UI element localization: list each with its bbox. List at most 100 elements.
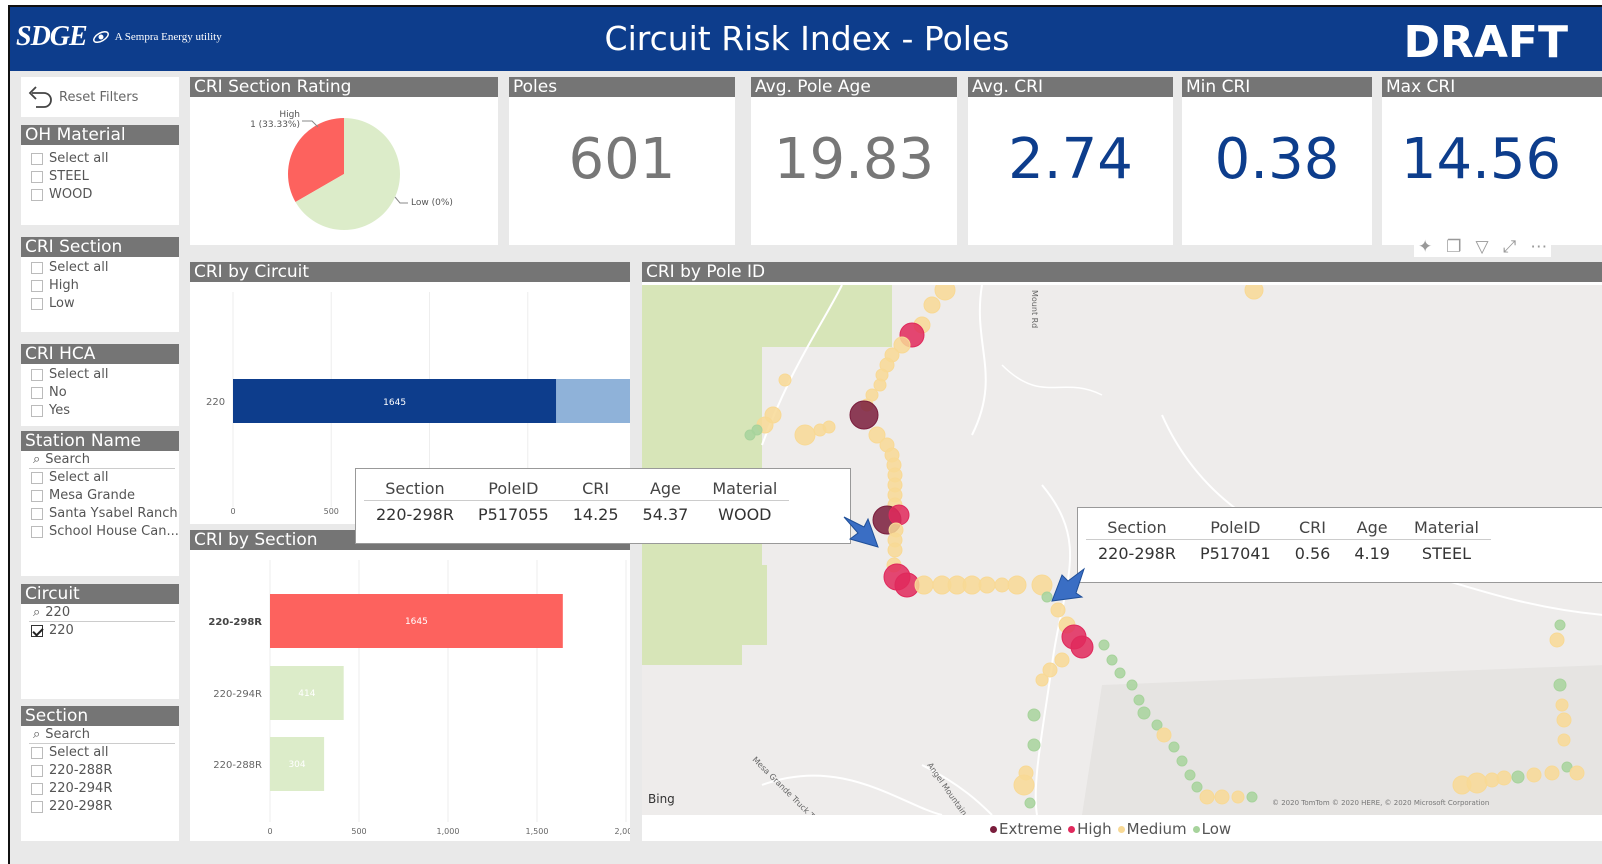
x-tick-label: 500 — [324, 507, 339, 516]
checkbox[interactable] — [31, 747, 43, 759]
oh-material-option[interactable]: STEEL — [21, 168, 179, 186]
legend-medium[interactable]: Medium — [1117, 820, 1187, 838]
category-label: 220-298R — [208, 617, 262, 628]
cri-rating-option[interactable]: Low — [21, 295, 179, 313]
avg-cri-value: 2.74 — [1008, 127, 1133, 192]
pole-marker — [1549, 632, 1565, 648]
section-search-input[interactable]: ⌕ Search — [29, 726, 175, 744]
legend-high[interactable]: High — [1068, 820, 1112, 838]
draft-label: DRAFT — [1403, 17, 1568, 68]
pole-marker — [923, 296, 941, 314]
pole-marker — [1133, 694, 1145, 706]
checkbox[interactable] — [31, 508, 43, 520]
pole-marker — [849, 400, 879, 430]
pie-data-label-high-value: 1 (33.33%) — [250, 120, 300, 130]
cri-hca-option[interactable]: Yes — [21, 402, 179, 420]
pole-marker — [1555, 698, 1569, 712]
poles-value: 601 — [568, 127, 676, 192]
cri-hca-option[interactable]: Select all — [21, 366, 179, 384]
checkbox[interactable] — [31, 369, 43, 381]
oh-material-option[interactable]: Select all — [21, 150, 179, 168]
checkbox[interactable] — [31, 490, 43, 502]
checkbox[interactable] — [31, 801, 43, 813]
pole-marker — [962, 575, 982, 595]
search-icon: ⌕ — [33, 726, 41, 742]
bar-data-label: 1645 — [405, 617, 428, 627]
section-option[interactable]: 220-298R — [21, 798, 179, 816]
station-option[interactable]: Mesa Grande — [21, 487, 179, 505]
pole-marker — [1126, 679, 1138, 691]
map-legend: Extreme High Medium Low — [990, 820, 1231, 838]
checkbox[interactable] — [31, 298, 43, 310]
pole-marker — [1024, 797, 1036, 809]
pole-marker — [1137, 706, 1151, 720]
pole-marker — [1231, 790, 1245, 804]
pole-marker — [822, 420, 836, 434]
pole-marker — [888, 504, 910, 526]
cri-hca-option[interactable]: No — [21, 384, 179, 402]
pole-marker — [1569, 765, 1585, 781]
pole-marker — [994, 577, 1010, 593]
x-tick-label: 0 — [230, 507, 235, 516]
station-option[interactable]: Santa Ysabel Ranch — [21, 505, 179, 523]
checkbox-checked[interactable] — [31, 625, 43, 637]
checkbox[interactable] — [31, 280, 43, 292]
section-option[interactable]: 220-294R — [21, 780, 179, 798]
checkbox[interactable] — [31, 153, 43, 165]
legend-low[interactable]: Low — [1192, 820, 1231, 838]
bar-data-label: 1645 — [383, 398, 406, 408]
focus-mode-icon[interactable]: ⤢ — [1503, 237, 1517, 257]
pole-marker — [1168, 741, 1180, 753]
pole-marker — [1007, 575, 1027, 595]
more-options-icon[interactable]: ⋯ — [1530, 237, 1547, 257]
checkbox[interactable] — [31, 262, 43, 274]
section-bar-chart: 1645 220-298R 414 220-294R 304 220-288R 0 500 1,… — [208, 560, 630, 836]
pie-data-label-high: High — [279, 110, 300, 120]
pole-marker — [1544, 765, 1560, 781]
pole-marker — [1526, 767, 1542, 783]
bar-220-segment-2 — [556, 379, 630, 423]
pole-marker — [1035, 673, 1049, 687]
pole-tooltip-1: Section PoleID CRI Age Material 220-298R P517… — [355, 468, 851, 544]
checkbox[interactable] — [31, 765, 43, 777]
cri-rating-option[interactable]: High — [21, 277, 179, 295]
pole-marker — [1244, 285, 1264, 300]
checkbox[interactable] — [31, 405, 43, 417]
cri-section-rating-slicer: CRI Section Rating Select all High Low — [21, 237, 179, 332]
station-name-slicer: Station Name ⌕ Search Select all Mesa Gra… — [21, 431, 179, 576]
station-search-input[interactable]: ⌕ Search — [29, 451, 175, 469]
pole-marker — [1156, 727, 1172, 743]
visual-header-toolbar: ✦ ❐ ▽ ⤢ ⋯ — [1414, 237, 1552, 257]
station-option[interactable]: Select all — [21, 469, 179, 487]
oh-material-option[interactable]: WOOD — [21, 186, 179, 204]
checkbox[interactable] — [31, 526, 43, 538]
pole-marker — [887, 542, 903, 558]
checkbox[interactable] — [31, 783, 43, 795]
section-option[interactable]: 220-288R — [21, 762, 179, 780]
category-label: 220 — [206, 397, 225, 408]
checkbox[interactable] — [31, 387, 43, 399]
copy-icon[interactable]: ❐ — [1446, 237, 1461, 257]
pin-icon[interactable]: ✦ — [1418, 237, 1432, 257]
checkbox[interactable] — [31, 472, 43, 484]
map-copyright: © 2020 TomTom © 2020 HERE, © 2020 Micros… — [1272, 799, 1489, 807]
section-option[interactable]: Select all — [21, 744, 179, 762]
min-cri-kpi-card: Min CRI 0.38 — [1182, 77, 1372, 245]
pole-marker — [778, 373, 792, 387]
station-option[interactable]: School House Can... — [21, 523, 179, 541]
circuit-option[interactable]: 220 — [21, 622, 179, 640]
road-label: Angel Mountain Rd — [925, 761, 976, 815]
pole-marker — [1098, 639, 1110, 651]
checkbox[interactable] — [31, 171, 43, 183]
reset-filters-button[interactable]: Reset Filters — [21, 77, 179, 117]
checkbox[interactable] — [31, 189, 43, 201]
circuit-search-input[interactable]: ⌕ 220 — [29, 604, 175, 622]
filter-icon[interactable]: ▽ — [1476, 237, 1489, 257]
bing-logo: Bing — [648, 792, 675, 806]
pole-marker — [1246, 791, 1258, 803]
pole-marker — [1553, 678, 1567, 692]
section-slicer: Section ⌕ Search Select all 220-288R 220-… — [21, 706, 179, 841]
avg-pole-age-kpi-card: Avg. Pole Age 19.83 — [751, 77, 957, 245]
legend-extreme[interactable]: Extreme — [990, 820, 1062, 838]
avg-pole-age-value: 19.83 — [773, 127, 935, 192]
